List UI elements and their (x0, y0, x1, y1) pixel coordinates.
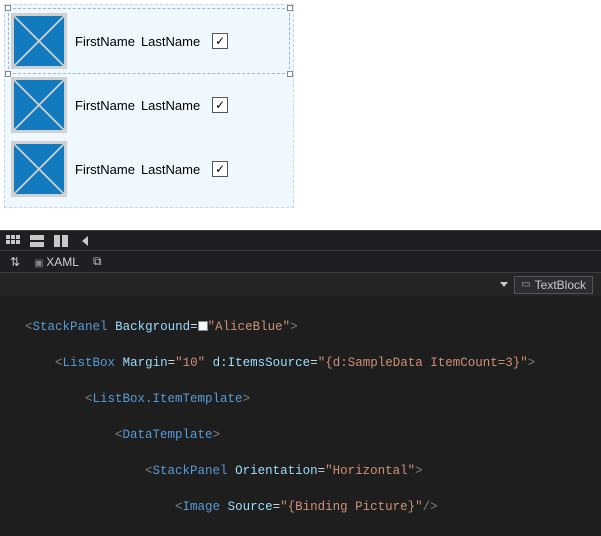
firstname-text: FirstName (75, 34, 135, 49)
designer-surface: FirstName LastName ✓ FirstName LastName … (0, 0, 601, 230)
firstname-text: FirstName (75, 162, 135, 177)
tab-label: XAML (34, 255, 79, 269)
design-item[interactable]: FirstName LastName ✓ (9, 137, 289, 201)
design-item[interactable]: FirstName LastName ✓ (9, 9, 289, 73)
lastname-text: LastName (141, 34, 200, 49)
popout-icon[interactable]: ⧉ (93, 254, 102, 269)
selection-handle[interactable] (287, 5, 293, 11)
swap-panes-icon[interactable]: ⇅ (10, 255, 20, 269)
textblock-icon: ▭ (521, 279, 530, 290)
color-swatch-icon (198, 321, 208, 331)
breadcrumb-label: TextBlock (535, 278, 586, 292)
breadcrumb-item[interactable]: ▭ TextBlock (514, 276, 593, 294)
editor-tabs-row: ⇅ XAML ⧉ (0, 250, 601, 272)
split-mode-icon[interactable] (28, 233, 46, 249)
design-checkbox[interactable]: ✓ (212, 161, 228, 177)
placeholder-image-icon (11, 13, 67, 69)
lastname-text: LastName (141, 162, 200, 177)
xaml-editor[interactable]: <StackPanel Background="AliceBlue"> <Lis… (0, 296, 601, 536)
design-item[interactable]: FirstName LastName ✓ (9, 73, 289, 137)
xaml-breadcrumb: ▭ TextBlock (0, 272, 601, 296)
collapse-left-icon[interactable] (76, 233, 94, 249)
firstname-text: FirstName (75, 98, 135, 113)
grid-mode-icon[interactable] (4, 233, 22, 249)
tab-xaml[interactable]: XAML (28, 253, 85, 271)
design-listbox[interactable]: FirstName LastName ✓ FirstName LastName … (4, 4, 294, 208)
placeholder-image-icon (11, 141, 67, 197)
designer-toolbar (0, 230, 601, 250)
design-checkbox[interactable]: ✓ (212, 97, 228, 113)
placeholder-image-icon (11, 77, 67, 133)
lastname-text: LastName (141, 98, 200, 113)
breadcrumb-dropdown-icon[interactable] (500, 282, 508, 287)
vertical-split-icon[interactable] (52, 233, 70, 249)
selection-handle[interactable] (5, 5, 11, 11)
design-checkbox[interactable]: ✓ (212, 33, 228, 49)
